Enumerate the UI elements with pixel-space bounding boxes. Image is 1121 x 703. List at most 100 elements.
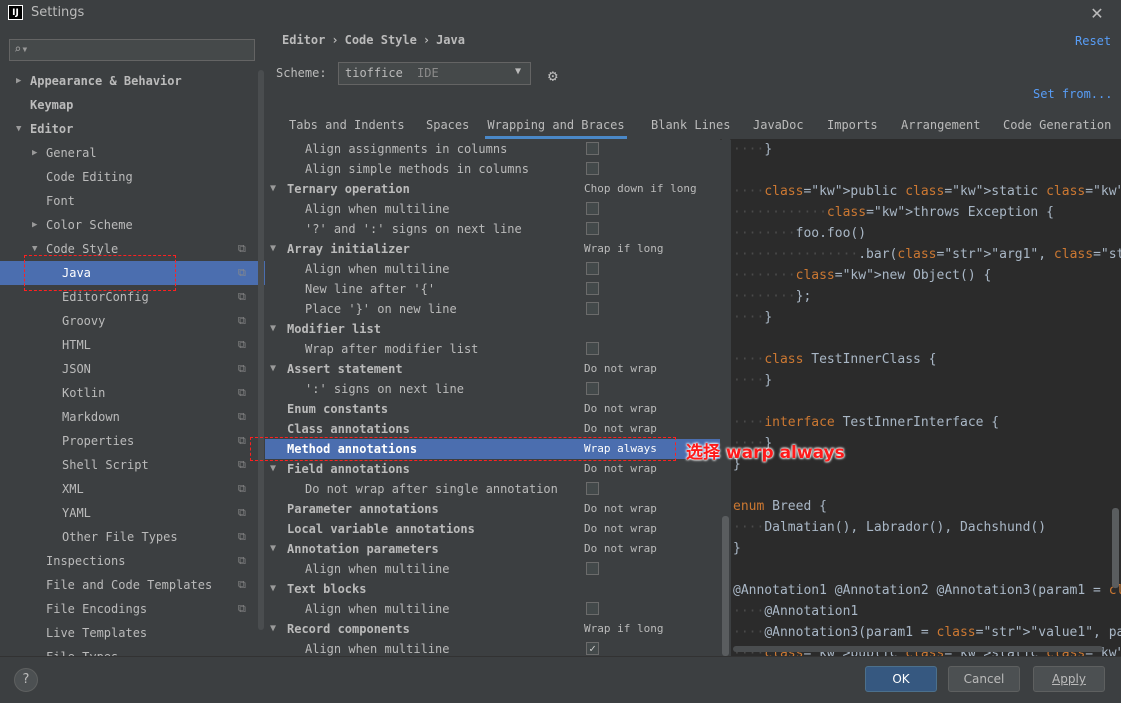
option-row[interactable]: Align when multiline (265, 199, 720, 219)
option-checkbox[interactable] (586, 342, 599, 355)
option-checkbox[interactable] (586, 602, 599, 615)
sidebar-item-file-and-code-templates[interactable]: File and Code Templates ⧉ (0, 573, 265, 597)
option-checkbox[interactable] (586, 162, 599, 175)
tab-tabs-and-indents[interactable]: Tabs and Indents (289, 113, 405, 139)
chevron-right-icon[interactable]: ▶ (32, 141, 42, 165)
chevron-down-icon[interactable]: ▼ (270, 459, 276, 479)
option-checkbox[interactable] (586, 222, 599, 235)
option-row[interactable]: Align simple methods in columns (265, 159, 720, 179)
option-checkbox[interactable]: ✓ (586, 642, 599, 655)
chevron-down-icon[interactable]: ▼ (270, 359, 276, 379)
preview-scrollbar[interactable] (1112, 508, 1119, 588)
option-row[interactable]: Do not wrap after single annotation (265, 479, 720, 499)
scheme-select[interactable]: tioffice IDE ▼ (338, 62, 531, 85)
option-group-row[interactable]: Enum constants Do not wrap (265, 399, 720, 419)
sidebar-item-other-file-types[interactable]: Other File Types ⧉ (0, 525, 265, 549)
option-row[interactable]: ':' signs on next line (265, 379, 720, 399)
option-group-row[interactable]: ▼ Field annotations Do not wrap (265, 459, 720, 479)
help-button[interactable]: ? (14, 668, 38, 692)
sidebar-item-file-encodings[interactable]: File Encodings ⧉ (0, 597, 265, 621)
option-group-row[interactable]: ▼ Modifier list (265, 319, 720, 339)
option-checkbox[interactable] (586, 262, 599, 275)
sidebar-item-shell-script[interactable]: Shell Script ⧉ (0, 453, 265, 477)
chevron-down-icon[interactable]: ▼ (270, 579, 276, 599)
apply-button[interactable]: Apply (1033, 666, 1105, 692)
wrap-mode-select[interactable]: Do not wrap (584, 539, 657, 559)
wrap-mode-select[interactable]: Do not wrap (584, 519, 657, 539)
option-row[interactable]: '?' and ':' signs on next line (265, 219, 720, 239)
option-group-row[interactable]: Class annotations Do not wrap (265, 419, 720, 439)
option-checkbox[interactable] (586, 202, 599, 215)
sidebar-item-appearance-behavior[interactable]: ▶ Appearance & Behavior (0, 69, 265, 93)
sidebar-item-keymap[interactable]: Keymap (0, 93, 265, 117)
tab-wrapping-and-braces[interactable]: Wrapping and Braces (485, 113, 627, 139)
breadcrumb-code-style[interactable]: Code Style (345, 33, 417, 47)
option-checkbox[interactable] (586, 282, 599, 295)
chevron-down-icon[interactable]: ▼ (270, 179, 276, 199)
wrap-mode-select[interactable]: Do not wrap (584, 399, 657, 419)
option-row[interactable]: Align assignments in columns (265, 139, 720, 159)
chevron-down-icon[interactable]: ▼ (270, 239, 276, 259)
sidebar-item-live-templates[interactable]: Live Templates (0, 621, 265, 645)
tab-arrangement[interactable]: Arrangement (901, 113, 980, 139)
option-group-row[interactable]: Parameter annotations Do not wrap (265, 499, 720, 519)
option-row[interactable]: New line after '{' (265, 279, 720, 299)
sidebar-item-code-editing[interactable]: Code Editing (0, 165, 265, 189)
option-group-row[interactable]: ▼ Assert statement Do not wrap (265, 359, 720, 379)
cancel-button[interactable]: Cancel (948, 666, 1020, 692)
sidebar-item-color-scheme[interactable]: ▶ Color Scheme (0, 213, 265, 237)
search-input[interactable]: ⌕▾ (9, 39, 255, 61)
sidebar-item-yaml[interactable]: YAML ⧉ (0, 501, 265, 525)
tab-blank-lines[interactable]: Blank Lines (651, 113, 730, 139)
sidebar-scrollbar[interactable] (258, 70, 264, 630)
close-icon[interactable]: ✕ (1089, 4, 1105, 23)
chevron-right-icon[interactable]: ▶ (32, 213, 42, 237)
chevron-down-icon[interactable]: ▼ (270, 619, 276, 639)
chevron-right-icon[interactable]: ▶ (16, 69, 26, 93)
sidebar-item-file-types[interactable]: File Types (0, 645, 265, 656)
option-row[interactable]: Wrap after modifier list (265, 339, 720, 359)
option-row[interactable]: Place '}' on new line (265, 299, 720, 319)
tab-imports[interactable]: Imports (827, 113, 878, 139)
option-checkbox[interactable] (586, 302, 599, 315)
option-checkbox[interactable] (586, 142, 599, 155)
sidebar-item-kotlin[interactable]: Kotlin ⧉ (0, 381, 265, 405)
wrap-mode-select[interactable]: Do not wrap (584, 499, 657, 519)
option-row[interactable]: Align when multiline ✓ (265, 639, 720, 656)
option-checkbox[interactable] (586, 562, 599, 575)
sidebar-item-html[interactable]: HTML ⧉ (0, 333, 265, 357)
sidebar-item-json[interactable]: JSON ⧉ (0, 357, 265, 381)
wrap-mode-select[interactable]: Do not wrap (584, 359, 657, 379)
reset-link[interactable]: Reset (1075, 34, 1111, 48)
option-group-row[interactable]: Local variable annotations Do not wrap (265, 519, 720, 539)
sidebar-item-general[interactable]: ▶ General (0, 141, 265, 165)
wrap-mode-select[interactable]: Chop down if long (584, 179, 697, 199)
sidebar-item-markdown[interactable]: Markdown ⧉ (0, 405, 265, 429)
option-checkbox[interactable] (586, 482, 599, 495)
set-from-link[interactable]: Set from... (1033, 87, 1112, 101)
tab-code-generation[interactable]: Code Generation (1003, 113, 1111, 139)
sidebar-item-properties[interactable]: Properties ⧉ (0, 429, 265, 453)
tab-spaces[interactable]: Spaces (426, 113, 469, 139)
wrap-mode-select[interactable]: Do not wrap (584, 419, 657, 439)
option-row[interactable]: Align when multiline (265, 559, 720, 579)
option-group-row[interactable]: ▼ Text blocks (265, 579, 720, 599)
gear-icon[interactable]: ⚙ (548, 66, 558, 85)
wrap-mode-select[interactable]: Do not wrap (584, 459, 657, 479)
ok-button[interactable]: OK (865, 666, 937, 692)
option-row[interactable]: Align when multiline (265, 259, 720, 279)
chevron-down-icon[interactable]: ▼ (270, 539, 276, 559)
option-group-row[interactable]: ▼ Ternary operation Chop down if long (265, 179, 720, 199)
chevron-down-icon[interactable]: ▼ (16, 117, 26, 141)
sidebar-item-xml[interactable]: XML ⧉ (0, 477, 265, 501)
tab-javadoc[interactable]: JavaDoc (753, 113, 804, 139)
wrap-mode-select[interactable]: Wrap if long (584, 239, 663, 259)
sidebar-item-font[interactable]: Font (0, 189, 265, 213)
wrap-mode-select[interactable]: Wrap if long (584, 619, 663, 639)
option-group-row[interactable]: ▼ Annotation parameters Do not wrap (265, 539, 720, 559)
option-row[interactable]: Align when multiline (265, 599, 720, 619)
preview-horizontal-scrollbar[interactable] (733, 646, 1103, 652)
sidebar-item-editor[interactable]: ▼ Editor (0, 117, 265, 141)
chevron-down-icon[interactable]: ▼ (270, 319, 276, 339)
sidebar-item-inspections[interactable]: Inspections ⧉ (0, 549, 265, 573)
